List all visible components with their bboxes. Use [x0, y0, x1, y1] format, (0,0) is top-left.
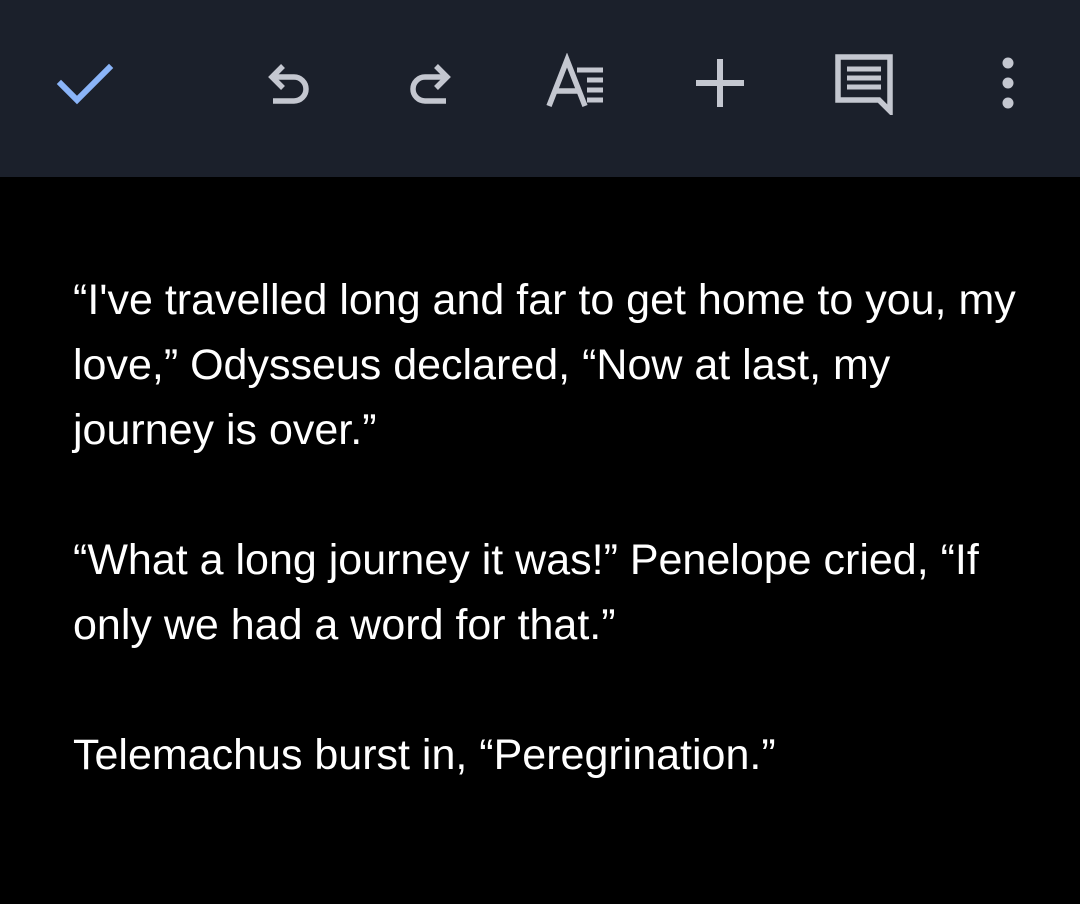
document-body[interactable]: “I've travelled long and far to get home… [73, 268, 1033, 853]
comment-button[interactable] [809, 28, 919, 138]
undo-button[interactable] [233, 28, 343, 138]
paragraph-2: “What a long journey it was!” Penelope c… [73, 536, 991, 649]
paragraph-1: “I've travelled long and far to get home… [73, 276, 1028, 454]
check-icon [56, 63, 114, 105]
more-vert-icon [1002, 57, 1014, 109]
editing-toolbar [0, 0, 1080, 177]
redo-button[interactable] [376, 28, 486, 138]
more-options-button[interactable] [953, 28, 1063, 138]
docs-editor-screen: “I've travelled long and far to get home… [0, 0, 1080, 904]
text-format-button[interactable] [521, 28, 631, 138]
undo-icon [268, 64, 309, 104]
comment-icon [835, 54, 893, 115]
insert-button[interactable] [665, 28, 775, 138]
text-format-icon [546, 53, 603, 108]
redo-icon [410, 64, 451, 104]
done-button[interactable] [30, 28, 140, 138]
paragraph-3: Telemachus burst in, “Peregrination.” [73, 731, 776, 779]
plus-icon [696, 59, 744, 107]
